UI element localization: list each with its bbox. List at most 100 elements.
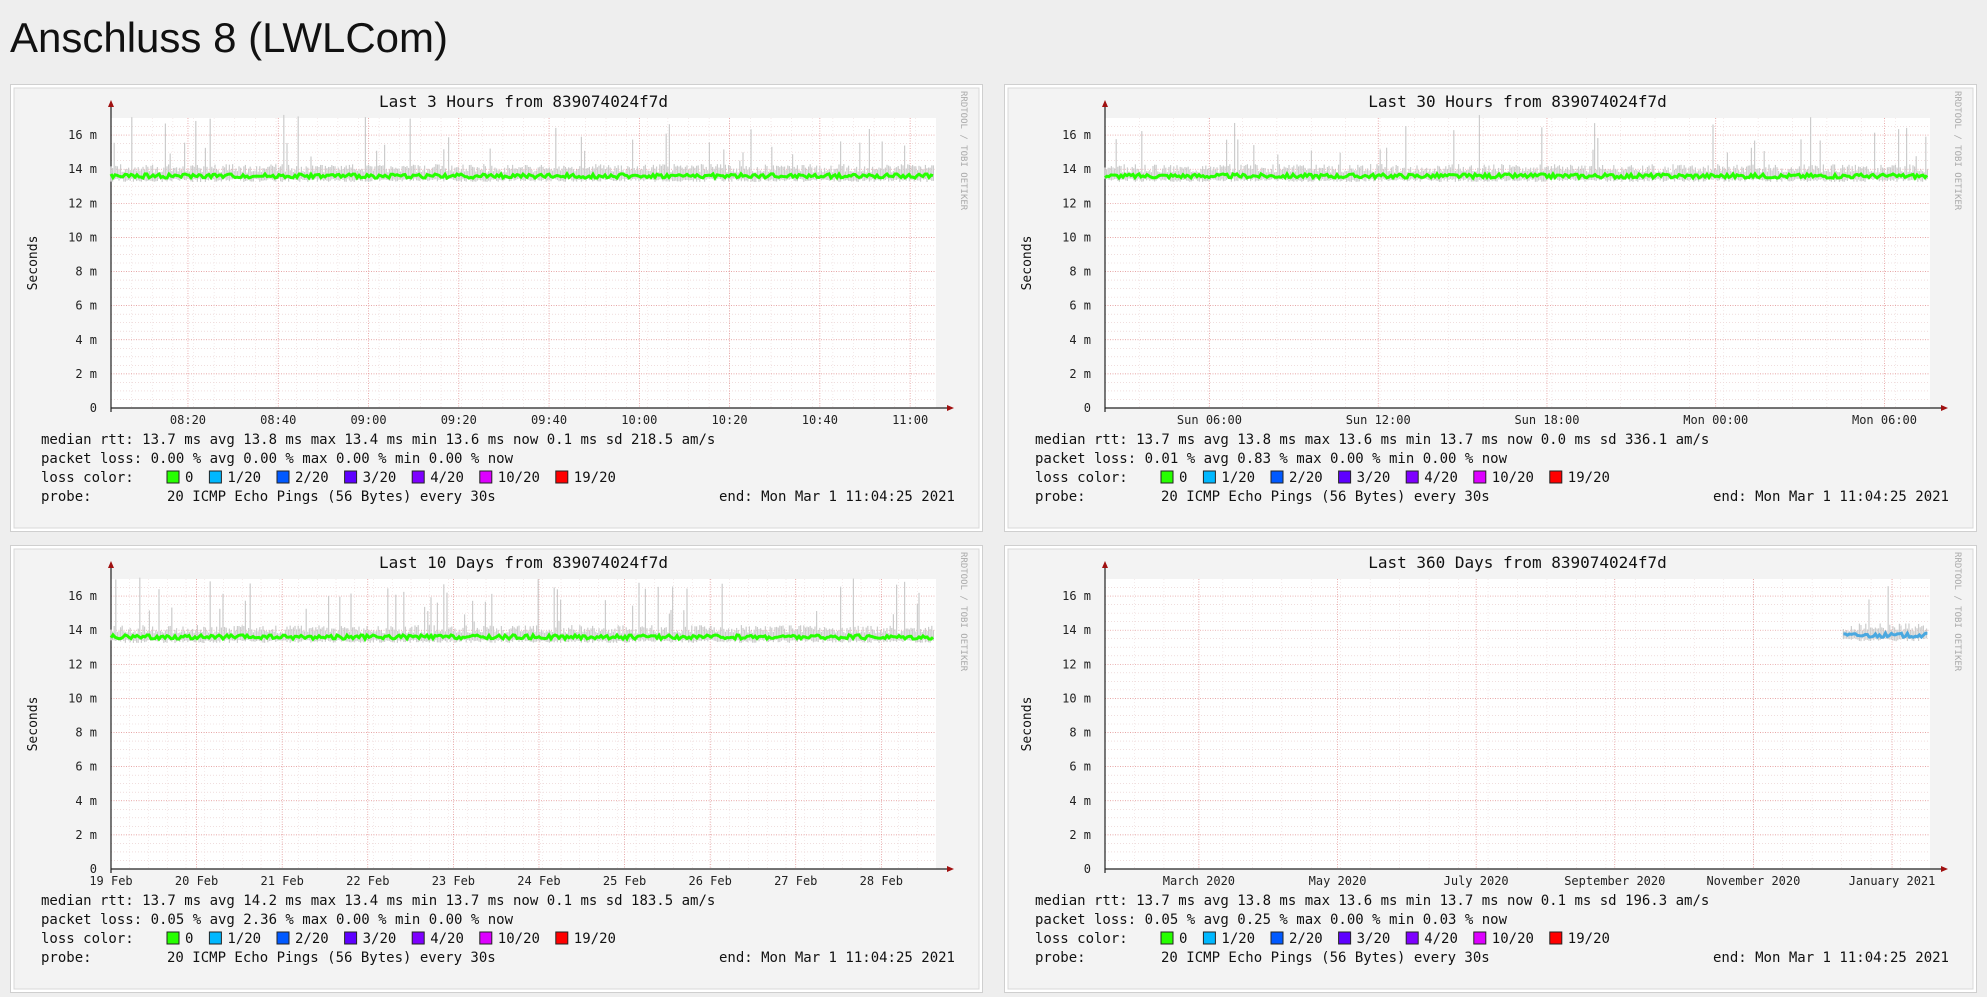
probe-label: probe: bbox=[1035, 489, 1086, 505]
end-time: end: Mon Mar 1 11:04:25 2021 bbox=[1713, 950, 1949, 966]
y-tick-label: 4 m bbox=[1069, 794, 1091, 808]
chart-10d: 0 2 m 4 m 6 m 8 m 10 m 12 m 14 m 16 m 19 Feb 20 Fe… bbox=[13, 548, 980, 990]
x-tick-label: 09:20 bbox=[441, 413, 477, 427]
loss-swatch-label: 0 bbox=[1179, 470, 1187, 486]
y-tick-label: 4 m bbox=[75, 794, 97, 808]
loss-swatch-label: 10/20 bbox=[1492, 470, 1534, 486]
loss-swatch bbox=[1338, 931, 1352, 945]
loss-swatch-label: 3/20 bbox=[1357, 931, 1391, 947]
loss-swatch-label: 10/20 bbox=[498, 470, 540, 486]
loss-swatch bbox=[1473, 931, 1487, 945]
x-tick-label: January 2021 bbox=[1849, 874, 1936, 888]
loss-swatch-label: 3/20 bbox=[363, 931, 397, 947]
loss-swatch-label: 2/20 bbox=[1289, 931, 1323, 947]
loss-swatch-label: 19/20 bbox=[1568, 470, 1610, 486]
loss-swatch bbox=[1202, 470, 1216, 484]
y-tick-label: 8 m bbox=[75, 265, 97, 279]
probe-text: 20 ICMP Echo Pings (56 Bytes) every 30s bbox=[1161, 950, 1490, 966]
y-tick-label: 6 m bbox=[1069, 760, 1091, 774]
stats-loss: packet loss: 0.05 % avg 0.25 % max 0.00 … bbox=[1035, 912, 1508, 928]
chart-title: Last 10 Days from 839074024f7d bbox=[379, 553, 668, 572]
loss-swatch-label: 4/20 bbox=[430, 470, 464, 486]
x-tick-label: 11:00 bbox=[892, 413, 928, 427]
x-tick-label: Sun 12:00 bbox=[1346, 413, 1411, 427]
loss-swatch bbox=[1160, 931, 1174, 945]
watermark: RRDTOOL / TOBI OETIKER bbox=[1952, 91, 1962, 211]
loss-swatch bbox=[344, 931, 358, 945]
loss-swatch bbox=[555, 931, 569, 945]
y-tick-label: 6 m bbox=[75, 760, 97, 774]
page-title: Anschluss 8 (LWLCom) bbox=[10, 14, 449, 61]
x-tick-label: 09:00 bbox=[350, 413, 386, 427]
chart-panel-10d[interactable]: 0 2 m 4 m 6 m 8 m 10 m 12 m 14 m 16 m 19 Feb 20 Fe… bbox=[10, 545, 983, 993]
y-axis-label: Seconds bbox=[26, 697, 41, 752]
y-axis-label: Seconds bbox=[1020, 236, 1035, 291]
chart-panel-3h[interactable]: 0 2 m 4 m 6 m 8 m 10 m 12 m 14 m 16 m 08:20 08:40 0… bbox=[10, 84, 983, 532]
y-tick-label: 6 m bbox=[75, 299, 97, 313]
loss-swatch bbox=[166, 470, 180, 484]
y-tick-label: 14 m bbox=[68, 162, 97, 176]
x-tick-label: September 2020 bbox=[1564, 874, 1665, 888]
x-tick-label: 25 Feb bbox=[603, 874, 646, 888]
y-tick-label: 4 m bbox=[1069, 333, 1091, 347]
y-axis-label: Seconds bbox=[26, 236, 41, 291]
y-tick-label: 16 m bbox=[68, 128, 97, 142]
probe-text: 20 ICMP Echo Pings (56 Bytes) every 30s bbox=[167, 950, 496, 966]
stats-rtt: median rtt: 13.7 ms avg 13.8 ms max 13.6… bbox=[1035, 432, 1709, 448]
loss-swatch bbox=[1160, 470, 1174, 484]
y-tick-label: 10 m bbox=[1062, 230, 1091, 244]
loss-swatch-label: 2/20 bbox=[295, 470, 329, 486]
chart-title: Last 30 Hours from 839074024f7d bbox=[1368, 92, 1667, 111]
y-tick-label: 16 m bbox=[1062, 589, 1091, 603]
chart-panel-360d[interactable]: 0 2 m 4 m 6 m 8 m 10 m 12 m 14 m 16 m March 2020 M… bbox=[1004, 545, 1977, 993]
x-tick-label: May 2020 bbox=[1309, 874, 1367, 888]
loss-swatch-label: 2/20 bbox=[295, 931, 329, 947]
y-tick-label: 16 m bbox=[68, 589, 97, 603]
y-tick-label: 8 m bbox=[1069, 265, 1091, 279]
loss-color-label: loss color: bbox=[41, 931, 134, 947]
x-tick-label: 20 Feb bbox=[175, 874, 218, 888]
x-tick-label: Mon 06:00 bbox=[1852, 413, 1917, 427]
chart-panel-30h[interactable]: 0 2 m 4 m 6 m 8 m 10 m 12 m 14 m 16 m Sun 06:00 Su… bbox=[1004, 84, 1977, 532]
loss-swatch bbox=[276, 470, 290, 484]
loss-swatch bbox=[344, 470, 358, 484]
loss-swatch bbox=[166, 931, 180, 945]
y-tick-label: 12 m bbox=[1062, 657, 1091, 671]
x-tick-label: 10:40 bbox=[802, 413, 838, 427]
x-tick-label: 10:20 bbox=[712, 413, 748, 427]
watermark: RRDTOOL / TOBI OETIKER bbox=[1952, 552, 1962, 672]
y-axis-label: Seconds bbox=[1020, 697, 1035, 752]
loss-color-label: loss color: bbox=[1035, 470, 1128, 486]
x-tick-label: 28 Feb bbox=[860, 874, 903, 888]
loss-color-label: loss color: bbox=[41, 470, 134, 486]
y-tick-label: 0 bbox=[1084, 862, 1091, 876]
y-tick-label: 12 m bbox=[68, 657, 97, 671]
chart-title: Last 360 Days from 839074024f7d bbox=[1368, 553, 1667, 572]
x-tick-label: 10:00 bbox=[621, 413, 657, 427]
x-tick-label: 23 Feb bbox=[432, 874, 475, 888]
y-tick-label: 4 m bbox=[75, 333, 97, 347]
y-tick-label: 14 m bbox=[68, 623, 97, 637]
probe-label: probe: bbox=[41, 489, 92, 505]
loss-color-label: loss color: bbox=[1035, 931, 1128, 947]
y-tick-label: 2 m bbox=[1069, 828, 1091, 842]
loss-swatch bbox=[276, 931, 290, 945]
y-tick-label: 8 m bbox=[75, 726, 97, 740]
y-tick-label: 2 m bbox=[75, 367, 97, 381]
watermark: RRDTOOL / TOBI OETIKER bbox=[958, 552, 968, 672]
loss-swatch bbox=[1338, 470, 1352, 484]
loss-swatch-label: 3/20 bbox=[363, 470, 397, 486]
loss-swatch-label: 1/20 bbox=[1221, 931, 1255, 947]
y-tick-label: 12 m bbox=[68, 196, 97, 210]
x-tick-label: 08:40 bbox=[260, 413, 296, 427]
loss-swatch-label: 0 bbox=[185, 931, 193, 947]
chart-title: Last 3 Hours from 839074024f7d bbox=[379, 92, 668, 111]
chart-360d: 0 2 m 4 m 6 m 8 m 10 m 12 m 14 m 16 m March 2020 M… bbox=[1007, 548, 1974, 990]
x-tick-label: Mon 00:00 bbox=[1683, 413, 1748, 427]
y-tick-label: 14 m bbox=[1062, 623, 1091, 637]
loss-swatch bbox=[1405, 470, 1419, 484]
y-tick-label: 10 m bbox=[68, 691, 97, 705]
x-tick-label: 22 Feb bbox=[346, 874, 389, 888]
watermark: RRDTOOL / TOBI OETIKER bbox=[958, 91, 968, 211]
median-line bbox=[1104, 170, 1929, 181]
